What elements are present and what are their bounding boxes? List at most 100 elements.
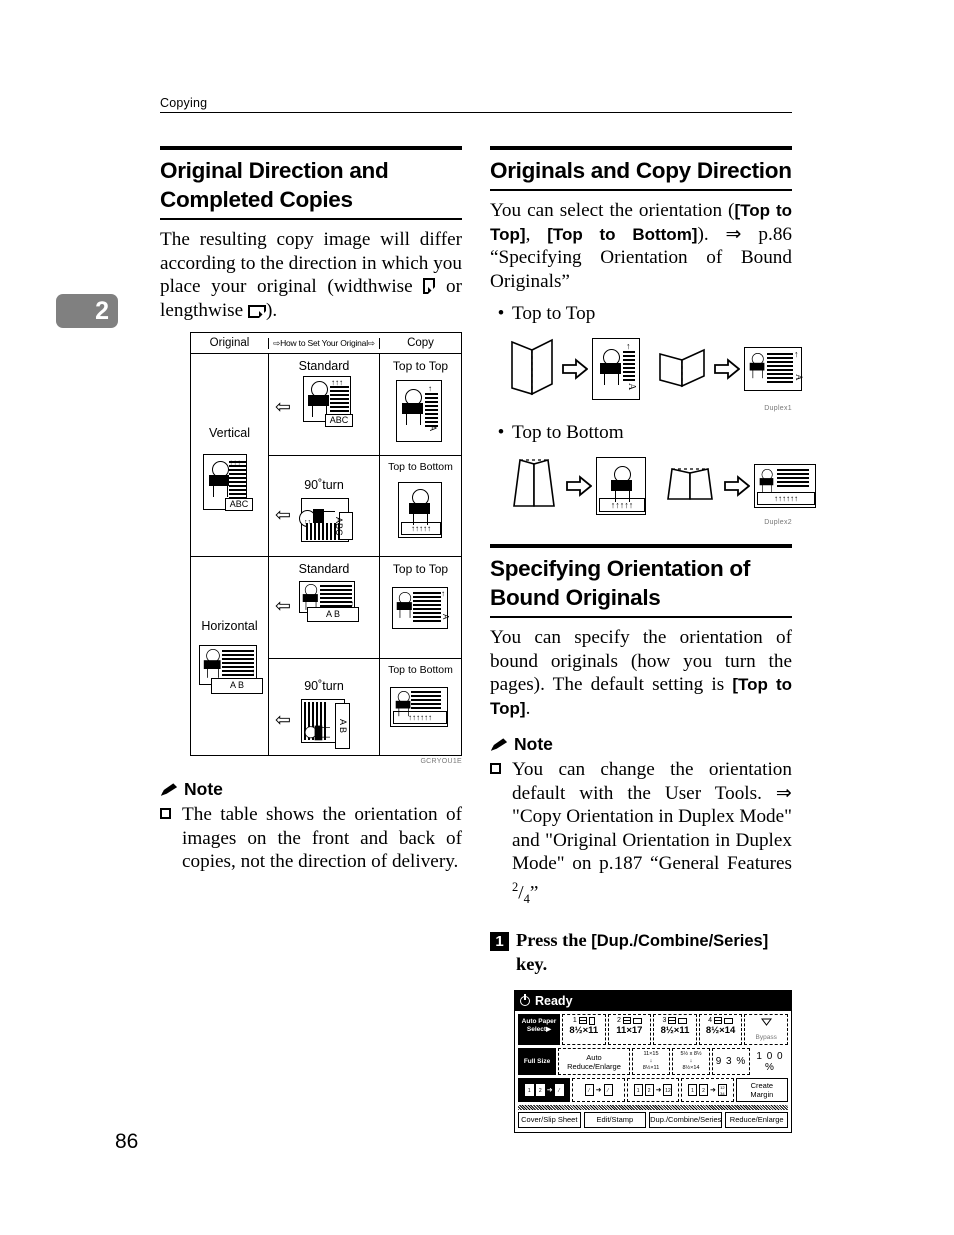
- tray-button-1[interactable]: 1 8½×11: [562, 1014, 606, 1046]
- ratio-button-2[interactable]: 5½ x 8½ ↓ 8½×14: [672, 1048, 710, 1076]
- paragraph-select-orientation: You can select the orientation ( [Top to …: [490, 199, 792, 293]
- tab-edit-stamp[interactable]: Edit/Stamp: [583, 1112, 647, 1129]
- heading-rule-bottom: [490, 616, 792, 618]
- tray-size: 11×17: [616, 1025, 643, 1037]
- lcd-tab-row: Cover/Slip Sheet Edit/Stamp Dup./Combine…: [518, 1112, 788, 1130]
- abc-tag-text: A B: [325, 609, 340, 619]
- full-size-button[interactable]: Full Size: [518, 1048, 556, 1076]
- sheet-landscape-icon: [678, 1017, 688, 1024]
- bullet-top-to-top: • Top to Top: [490, 302, 792, 326]
- abc-tag: A B: [211, 678, 263, 694]
- tray-top-2: 2: [609, 1016, 651, 1025]
- copy-thumb: ↑ A: [392, 587, 450, 629]
- ratio-1-fraction: 11×15 ↓ 8½×11: [643, 1051, 660, 1072]
- tent-fold-icon-2: [662, 461, 718, 510]
- tray-button-4[interactable]: 4 8½×14: [698, 1014, 743, 1046]
- create-margin-line-1: Create: [750, 1081, 774, 1091]
- copier-lcd-panel[interactable]: Ready Auto Paper Select▶ 1 8½×11 2 11×17…: [514, 990, 792, 1134]
- auto-paper-select-button[interactable]: Auto Paper Select▶: [518, 1014, 560, 1046]
- ratio-button-93[interactable]: 9 3 %: [712, 1048, 750, 1076]
- ratio-2-fraction: 5½ x 8½ ↓ 8½×14: [680, 1051, 701, 1072]
- note-text-b: ”: [529, 881, 539, 903]
- abc-tag-text: A B: [338, 718, 348, 733]
- howtoset-standard-horizontal: Standard ⇦ A B ↑: [269, 557, 379, 658]
- copy-thumb: ↑↑↑↑↑: [398, 482, 442, 538]
- duplex-mode-button-3[interactable]: 1 2 ➜ 12: [626, 1078, 680, 1103]
- intro-end: ).: [265, 299, 278, 321]
- copy-thumb: ↑ A: [396, 380, 442, 442]
- howtoset-turn-vertical: 90˚turn ⇦ ↑↑ ABC: [269, 455, 379, 557]
- abc-tag: A B: [335, 703, 350, 749]
- step-key-dup-combine-series: [Dup./Combine/Series]: [591, 932, 769, 951]
- arrow-right-icon: [566, 474, 593, 497]
- bullet-label: Top to Bottom: [512, 421, 624, 443]
- running-head-text: Copying: [160, 96, 208, 110]
- left-arrow-icon: ⇦: [275, 397, 291, 418]
- original-thumb-horizontal: A B ↑: [199, 645, 263, 694]
- para-text-b: ,: [525, 223, 548, 245]
- howtoset-thumb: ↑↑ ABC: [299, 498, 353, 542]
- ratio-2-from: 5½ x 8½: [680, 1051, 702, 1058]
- step-text-a: Press the: [516, 930, 592, 951]
- copy-thumb: ↑↑↑↑↑↑: [390, 687, 448, 727]
- figure-caption: Duplex1: [764, 404, 792, 412]
- tab-cover-slip-sheet[interactable]: Cover/Slip Sheet: [518, 1112, 581, 1129]
- arrow-icon: ➜: [709, 1087, 716, 1095]
- step-number-badge: 1: [490, 932, 509, 952]
- tray-size: 8½×14: [705, 1025, 736, 1037]
- tray-icon: [578, 1017, 587, 1025]
- bypass-tray-button[interactable]: Bypass: [744, 1014, 788, 1046]
- pencil-icon: [490, 737, 509, 753]
- sheet-landscape-icon: [632, 1017, 642, 1024]
- create-margin-button[interactable]: Create Margin: [735, 1078, 789, 1103]
- tray-button-2[interactable]: 2 11×17: [607, 1014, 652, 1046]
- abc-tag: ABC: [225, 498, 253, 511]
- page-icon-1: 1: [687, 1084, 697, 1097]
- page-icon-2: 2: [698, 1084, 708, 1097]
- tray-button-3[interactable]: 3 8½×11: [653, 1014, 697, 1046]
- tray-size: 8½×11: [660, 1025, 690, 1037]
- ratio-button-1[interactable]: 11×15 ↓ 8½×11: [632, 1048, 670, 1076]
- duplex-mode-button-2[interactable]: ⁄ ➜ ⁄: [572, 1078, 625, 1103]
- set-label-standard: Standard: [298, 562, 350, 576]
- figure-duplex1: ↑ A ↑ A Duplex1: [490, 336, 804, 412]
- arrow-right-icon-2: [714, 358, 741, 380]
- copy-top-to-bottom-horizontal: Top to Bottom ↑↑↑↑↑↑: [380, 658, 461, 760]
- ratio-93-label: 9 3 %: [715, 1056, 747, 1068]
- copy-top-to-top-vertical: Top to Top ↑ A: [380, 354, 461, 455]
- key-top-to-bottom: [Top to Bottom]: [547, 224, 698, 244]
- lcd-body: Auto Paper Select▶ 1 8½×11 2 11×17 3 8½×…: [515, 1011, 791, 1132]
- duplex2-row: ↑↑↑↑↑ ↑↑↑↑↑↑: [490, 454, 816, 517]
- tray-icon: [668, 1017, 677, 1025]
- copy-label-top-to-bottom: Top to Bottom: [388, 664, 453, 676]
- auto-reduce-enlarge-button[interactable]: Auto Reduce/Enlarge: [558, 1048, 630, 1076]
- heading-line-1: Original Direction and: [160, 158, 389, 183]
- duplex-mode-button-4[interactable]: 1 2 ➜ 12 34: [681, 1078, 734, 1103]
- left-arrow-icon: ⇦: [275, 505, 291, 526]
- figure-lcd-panel: Ready Auto Paper Select▶ 1 8½×11 2 11×17…: [514, 990, 792, 1134]
- para-text-a: You can select the orientation (: [490, 200, 735, 221]
- cell-howtoset-horizontal: Standard ⇦ A B ↑ 90˚turn ⇦ A B: [268, 557, 380, 755]
- cell-howtoset-vertical: Standard ⇦ ↑↑↑ ABC 90˚turn ⇦ ↑↑ ABC: [268, 354, 380, 556]
- arrow-icon: ➜: [546, 1087, 553, 1095]
- tray-number: 1: [572, 1017, 577, 1025]
- bypass-icon-row: [745, 1016, 787, 1029]
- abc-tag-text: A B: [229, 680, 244, 690]
- note-block-left: Note The table shows the orientation of …: [160, 779, 462, 874]
- intro-text: The resulting copy image will differ acc…: [160, 229, 462, 297]
- zoom-ratio-row: Full Size Auto Reduce/Enlarge 11×15 ↓ 8½…: [518, 1048, 788, 1076]
- ratio-100-label: 1 0 0 %: [756, 1050, 784, 1073]
- tab-dup-combine-series[interactable]: Dup./Combine/Series: [649, 1112, 723, 1129]
- duplex1-row: ↑ A ↑ A: [490, 336, 804, 403]
- bullet-dot: •: [497, 421, 505, 443]
- duplex-mode-button-1-selected[interactable]: 1 2 ➜ ⁄: [518, 1078, 571, 1103]
- table-band-vertical: Vertical ↑↑↑ ABC Standard ⇦ ↑↑↑ ABC 90˚t…: [191, 354, 461, 556]
- tray-number: 2: [616, 1017, 621, 1025]
- step-text-b: key.: [516, 954, 548, 975]
- sheet-portrait-icon: [588, 1016, 595, 1025]
- note-heading: Note: [490, 734, 792, 755]
- result-page-landscape: ↑ A: [744, 347, 804, 391]
- tab-reduce-enlarge[interactable]: Reduce/Enlarge: [725, 1112, 788, 1129]
- chapter-tab: 2: [56, 294, 118, 328]
- howtoset-thumb: ↑↑↑ ABC: [303, 376, 353, 427]
